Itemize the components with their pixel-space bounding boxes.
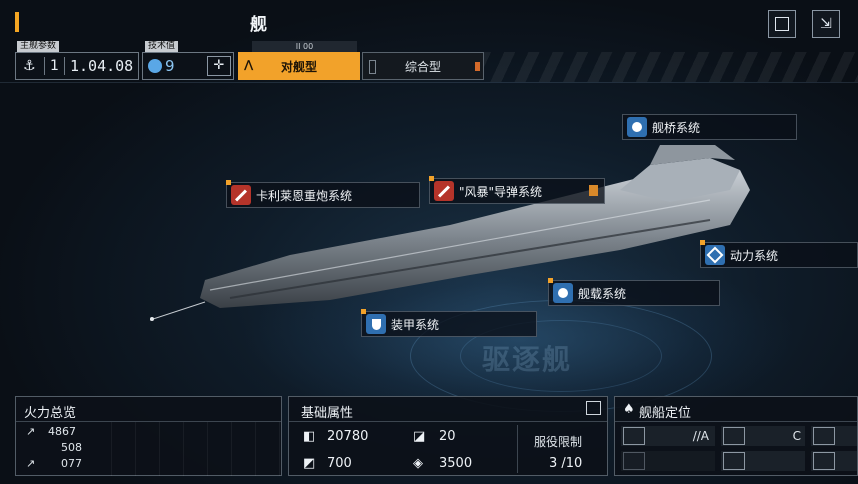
main-param-box: ⚓ 1 1.04.08 [15, 52, 139, 80]
tab-label: 综合型 [404, 59, 441, 74]
bridge-icon [627, 117, 647, 137]
service-limit-label: 服役限制 [534, 435, 583, 449]
firepower-title: 火力总览 [24, 406, 77, 421]
hangar-icon [553, 283, 573, 303]
speed-icon: ◩ [303, 456, 316, 471]
slot-value: //A [692, 429, 709, 443]
tech-box: 9 ✛ [142, 52, 234, 80]
header-stripes [480, 52, 858, 82]
system-engine[interactable]: 动力系统 [700, 240, 858, 268]
divider [615, 421, 857, 422]
firepower-value: 4867 [48, 425, 76, 438]
version-digit: 1 [50, 58, 59, 74]
firepower-value: 508 [61, 441, 82, 454]
anchor-icon: ⚓ [23, 58, 36, 74]
armor-stat-icon: ◪ [413, 429, 426, 444]
tech-icon [148, 59, 162, 73]
slot-value: C [792, 429, 801, 443]
exit-button[interactable]: ⇲ [812, 10, 840, 38]
firepower-panel: 火力总览 ↗ 4867 508 ↗ 077 [15, 396, 282, 476]
firepower-value: 077 [61, 457, 82, 470]
tab-icon [369, 60, 376, 74]
warning-badge [589, 185, 598, 196]
weapon-icon: ↗ [26, 425, 36, 438]
main-param-label: 主舰参数 [17, 41, 60, 52]
system-label: 舰桥系统 [652, 120, 701, 135]
marker-dot [361, 309, 366, 314]
system-label: 装甲系统 [391, 317, 440, 332]
speed-value: 700 [327, 456, 352, 471]
armor-value: 20 [439, 429, 456, 444]
attributes-title: 基础属性 [301, 406, 354, 421]
hp-value: 20780 [327, 429, 369, 444]
tab-header: II 00 [252, 41, 357, 52]
attributes-panel: 基础属性 ◧ 20780 ◪ 20 ◩ 700 ◈ 3500 服役限制 3 /1… [288, 396, 608, 476]
marker-dot [700, 240, 705, 245]
armor-icon [366, 314, 386, 334]
system-bridge[interactable]: 舰桥系统 [622, 114, 797, 140]
divider [44, 57, 45, 75]
slot-icon [723, 427, 745, 445]
crosshair-button[interactable]: ✛ [207, 56, 231, 76]
cost-icon: ◈ [413, 456, 423, 471]
cost-value: 3500 [439, 456, 473, 471]
tech-label: 技术值 [145, 41, 179, 52]
position-slot[interactable] [621, 451, 715, 471]
cannon-icon [231, 185, 251, 205]
weapon-icon: ↗ [26, 457, 36, 470]
engine-icon [705, 245, 725, 265]
tab-icon: ⋀ [244, 58, 254, 71]
slot-icon [813, 452, 835, 470]
system-armor[interactable]: 装甲系统 [361, 309, 537, 337]
position-slot[interactable] [811, 426, 857, 446]
firepower-grid [111, 422, 281, 476]
position-title: 舰船定位 [639, 406, 692, 421]
copy-icon[interactable] [586, 401, 601, 415]
square-icon [775, 17, 789, 31]
tab-anti-ship[interactable]: ⋀ 对舰型 [238, 52, 360, 80]
tab-general[interactable]: 综合型 [362, 52, 484, 80]
crosshair-icon: ✛ [213, 58, 225, 73]
system-label: 动力系统 [730, 248, 779, 263]
divider [517, 425, 518, 473]
exit-icon: ⇲ [820, 16, 832, 32]
slot-icon [723, 452, 745, 470]
header-divider [0, 82, 858, 83]
position-slot[interactable]: C [721, 426, 805, 446]
title-accent [15, 12, 19, 32]
missile-icon [434, 181, 454, 201]
system-label: 卡利莱恩重炮系统 [256, 188, 353, 203]
slot-icon [623, 452, 645, 470]
tab-label: 对舰型 [280, 59, 317, 74]
position-slot[interactable] [721, 451, 805, 471]
divider [64, 57, 65, 75]
slot-icon [813, 427, 835, 445]
square-button[interactable] [768, 10, 796, 38]
system-hangar[interactable]: 舰载系统 [548, 278, 720, 306]
hp-icon: ◧ [303, 429, 316, 444]
service-limit-value: 3 /10 [549, 456, 583, 471]
system-label: "风暴"导弹系统 [459, 184, 543, 199]
position-slot[interactable] [811, 451, 857, 471]
system-missile[interactable]: "风暴"导弹系统 [429, 176, 605, 204]
param-value: 1.04.08 [70, 57, 134, 75]
tech-value: 9 [165, 57, 175, 75]
position-icon: ♠ [623, 402, 635, 417]
marker-dot [548, 278, 553, 283]
page-title: 舰 [250, 15, 267, 35]
position-slot[interactable]: //A [621, 426, 715, 446]
tab-marker [475, 62, 480, 71]
slot-icon [623, 427, 645, 445]
marker-dot [226, 180, 231, 185]
system-label: 舰载系统 [578, 286, 627, 301]
marker-dot [429, 176, 434, 181]
watermark-class: 驱逐舰 [482, 343, 573, 376]
position-panel: ♠ 舰船定位 //A C [614, 396, 858, 476]
divider [289, 421, 607, 422]
system-cannon[interactable]: 卡利莱恩重炮系统 [226, 180, 420, 208]
